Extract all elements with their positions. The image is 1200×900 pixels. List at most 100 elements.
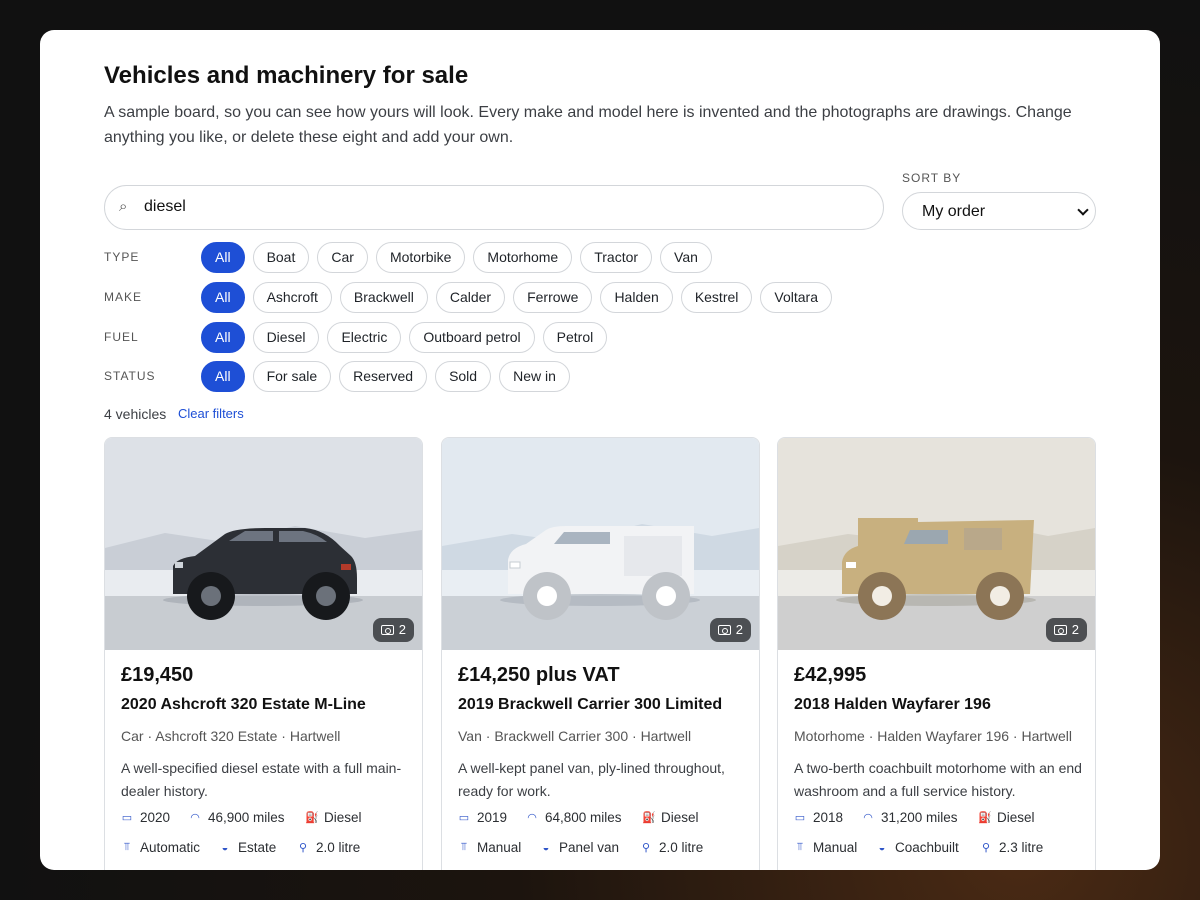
chip-make-brackwell[interactable]: Brackwell <box>339 282 428 313</box>
calendar-icon: ▭ <box>121 812 133 824</box>
engine-icon: ⚲ <box>981 842 991 854</box>
chip-make-kestrel[interactable]: Kestrel <box>680 282 753 313</box>
speedometer-icon: ◠ <box>863 812 873 824</box>
spec-row: ⫪ Manual ◒ Coachbuilt ⚲ 2.3 litre <box>794 840 1094 860</box>
fuel-pump-icon: ⛽ <box>642 812 656 824</box>
listing-card[interactable]: 2 £14,250 plus VAT 2019 Brackwell Carrie… <box>441 437 760 870</box>
fuel-pump-icon: ⛽ <box>305 812 319 824</box>
listing-card[interactable]: 2 £42,995 2018 Halden Wayfarer 196 Motor… <box>777 437 1096 870</box>
page-description: A sample board, so you can see how yours… <box>104 104 1072 146</box>
chip-make-ashcroft[interactable]: Ashcroft <box>252 282 332 313</box>
chip-type-motorbike[interactable]: Motorbike <box>375 242 466 273</box>
listing-description: A well-kept panel van, ply-lined through… <box>458 760 725 799</box>
listing-name[interactable]: 2020 Ashcroft 320 Estate M-Line <box>121 696 366 714</box>
filter-label: FUEL <box>104 330 139 344</box>
listing-photo[interactable]: 2 <box>442 438 759 650</box>
chip-type-all[interactable]: All <box>201 242 245 273</box>
chip-status-reserved[interactable]: Reserved <box>339 361 428 392</box>
photo-count-badge: 2 <box>709 618 751 642</box>
search-value: diesel <box>144 198 186 215</box>
listing-name[interactable]: 2019 Brackwell Carrier 300 Limited <box>458 696 722 714</box>
photo-count-badge: 2 <box>372 618 414 642</box>
car-body-icon: ◒ <box>221 841 229 854</box>
chip-type-car[interactable]: Car <box>317 242 368 273</box>
chip-fuel-all[interactable]: All <box>201 322 245 353</box>
chip-make-calder[interactable]: Calder <box>435 282 506 313</box>
search-input[interactable]: ⌕ diesel <box>104 185 884 230</box>
results-count: 4 vehicles <box>104 406 167 422</box>
chip-make-ferrowe[interactable]: Ferrowe <box>513 282 593 313</box>
chip-status-new-in[interactable]: New in <box>499 361 570 392</box>
listing-name[interactable]: 2018 Halden Wayfarer 196 <box>794 696 991 714</box>
chip-type-tractor[interactable]: Tractor <box>580 242 653 273</box>
gearbox-icon: ⫪ <box>796 841 804 853</box>
engine-icon: ⚲ <box>298 842 308 854</box>
sort-select[interactable]: My order <box>902 192 1096 230</box>
chip-make-voltara[interactable]: Voltara <box>760 282 832 313</box>
filter-label: MAKE <box>104 290 143 304</box>
photo-count: 2 <box>398 622 406 637</box>
camera-icon <box>380 625 394 635</box>
listing-subtitle: Car · Ashcroft 320 Estate · Hartwell <box>121 728 341 744</box>
listing-price: £42,995 <box>794 664 867 686</box>
spec-row: ⫪ Manual ◒ Panel van ⚲ 2.0 litre <box>458 840 758 860</box>
speedometer-icon: ◠ <box>190 812 200 824</box>
chip-fuel-electric[interactable]: Electric <box>327 322 402 353</box>
spec-year: 2019 <box>477 810 508 825</box>
spec-engine: 2.3 litre <box>999 840 1044 855</box>
listing-description: A two-berth coachbuilt motorhome with an… <box>794 760 1082 799</box>
chip-type-motorhome[interactable]: Motorhome <box>473 242 573 273</box>
listing-photo[interactable]: 2 <box>778 438 1095 650</box>
chevron-down-icon <box>1077 204 1089 216</box>
camera-icon <box>1053 625 1067 635</box>
sort-value: My order <box>922 203 986 220</box>
spec-row: ⫪ Automatic ◒ Estate ⚲ 2.0 litre <box>121 840 421 860</box>
chip-fuel-diesel[interactable]: Diesel <box>252 322 320 353</box>
spec-body: Coachbuilt <box>895 840 959 855</box>
spec-row: ▭ 2020 ◠ 46,900 miles ⛽ Diesel <box>121 810 421 830</box>
chip-status-for-sale[interactable]: For sale <box>252 361 332 392</box>
spec-fuel: Diesel <box>324 810 362 825</box>
listing-photo[interactable]: 2 <box>105 438 422 650</box>
listing-card[interactable]: 2 £19,450 2020 Ashcroft 320 Estate M-Lin… <box>104 437 423 870</box>
listing-subtitle: Van · Brackwell Carrier 300 · Hartwell <box>458 728 692 744</box>
spec-mileage: 46,900 miles <box>208 810 285 825</box>
listing-price: £14,250 plus VAT <box>458 664 620 686</box>
clear-filters-link[interactable]: Clear filters <box>178 406 244 421</box>
calendar-icon: ▭ <box>458 812 470 824</box>
filter-label: STATUS <box>104 369 156 383</box>
listing-price: £19,450 <box>121 664 194 686</box>
engine-icon: ⚲ <box>641 842 651 854</box>
chip-fuel-outboard-petrol[interactable]: Outboard petrol <box>409 322 535 353</box>
calendar-icon: ▭ <box>794 812 806 824</box>
spec-gearbox: Automatic <box>140 840 201 855</box>
spec-gearbox: Manual <box>813 840 858 855</box>
spec-year: 2020 <box>140 810 171 825</box>
chip-make-halden[interactable]: Halden <box>600 282 673 313</box>
camera-icon <box>717 625 731 635</box>
spec-fuel: Diesel <box>661 810 699 825</box>
spec-gearbox: Manual <box>477 840 522 855</box>
chip-status-all[interactable]: All <box>201 361 245 392</box>
spec-mileage: 31,200 miles <box>881 810 958 825</box>
filter-label: TYPE <box>104 250 140 264</box>
photo-count: 2 <box>735 622 743 637</box>
chip-type-van[interactable]: Van <box>660 242 712 273</box>
spec-mileage: 64,800 miles <box>545 810 622 825</box>
spec-year: 2018 <box>813 810 844 825</box>
chip-make-all[interactable]: All <box>201 282 245 313</box>
spec-body: Estate <box>238 840 277 855</box>
sort-label: SORT BY <box>902 171 962 185</box>
chip-status-sold[interactable]: Sold <box>435 361 492 392</box>
page-title: Vehicles and machinery for sale <box>104 62 469 89</box>
chip-type-boat[interactable]: Boat <box>252 242 310 273</box>
filter-row-type: TYPE All Boat Car Motorbike Motorhome Tr… <box>104 242 1096 273</box>
car-body-icon: ◒ <box>542 841 550 854</box>
chip-fuel-petrol[interactable]: Petrol <box>542 322 608 353</box>
filter-row-fuel: FUEL All Diesel Electric Outboard petrol… <box>104 322 1096 353</box>
gearbox-icon: ⫪ <box>123 841 131 853</box>
fuel-pump-icon: ⛽ <box>978 812 992 824</box>
main-panel: Vehicles and machinery for sale A sample… <box>40 30 1160 870</box>
car-body-icon: ◒ <box>878 841 886 854</box>
photo-count-badge: 2 <box>1045 618 1087 642</box>
